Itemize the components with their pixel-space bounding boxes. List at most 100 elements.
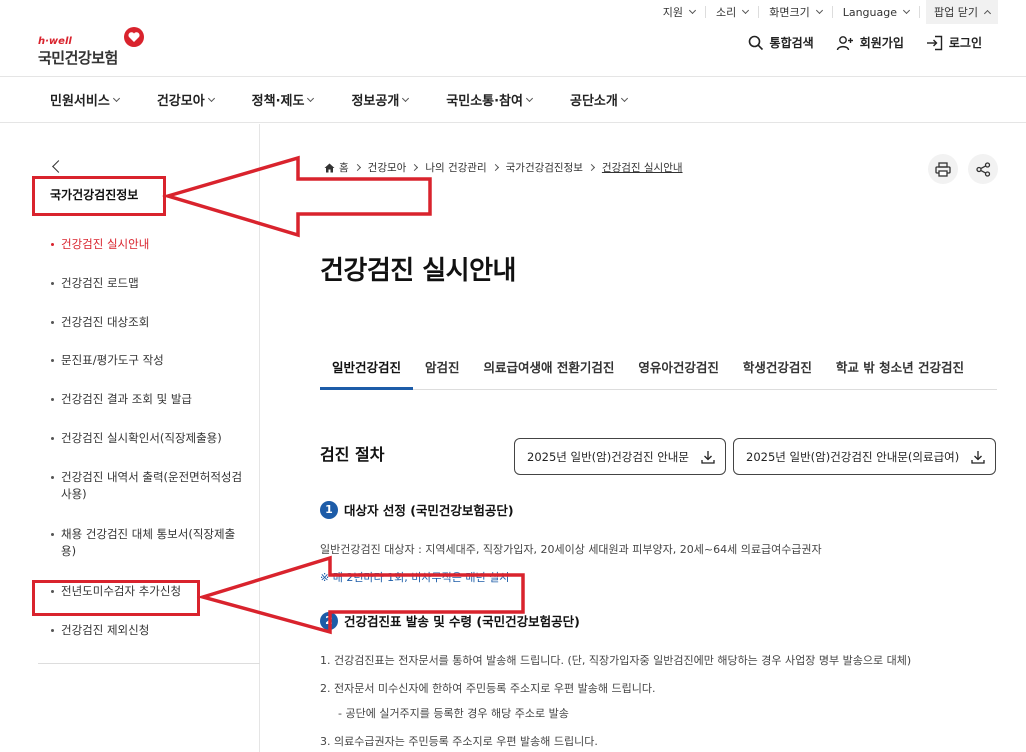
chevron-down-icon: [902, 6, 911, 15]
chevron-down-icon: [815, 6, 823, 15]
chevron-down-icon: [688, 6, 697, 15]
back-chevron-icon[interactable]: [52, 160, 65, 173]
share-button[interactable]: [968, 154, 998, 184]
chevron-down-icon: [402, 94, 410, 102]
chevron-down-icon: [742, 6, 750, 15]
add-user-icon: [836, 35, 853, 50]
page-title: 건강검진 실시안내: [320, 256, 516, 286]
gnb-item-civil-service[interactable]: 민원서비스: [50, 90, 120, 109]
step-1-heading: 1 대상자 선정 (국민건강보험공단): [320, 500, 514, 519]
chevron-down-icon: [525, 94, 534, 102]
step-2-heading: 2 건강검진표 발송 및 수령 (국민건강보험공단): [320, 611, 580, 630]
breadcrumb: 홈 건강모아 나의 건강관리 국가건강검진정보 건강검진 실시안내: [324, 160, 683, 175]
join-label: 회원가입: [859, 36, 904, 50]
login-button[interactable]: 로그인: [926, 34, 982, 51]
step-1-note: ※ 매 2년마다 1회, 비사무직은 매년 실시: [320, 571, 510, 584]
breadcrumb-home[interactable]: 홈: [339, 160, 349, 175]
sidebar-item-confirmation[interactable]: 건강검진 실시확인서(직장제출용): [48, 430, 248, 447]
tab-student-checkup[interactable]: 학생건강검진: [731, 352, 824, 390]
utility-bar: 지원 소리 화면크기 Language 팝업 닫기: [653, 0, 998, 24]
chevron-down-icon: [620, 94, 628, 102]
logo-tagline: h·well: [38, 36, 72, 47]
screen-size-label: 화면크기: [769, 6, 810, 19]
search-label: 통합검색: [769, 36, 814, 50]
sidebar-item-history-print[interactable]: 건강검진 내역서 출력(운전면허적성검사용): [48, 469, 244, 503]
tab-infant-checkup[interactable]: 영유아건강검진: [626, 352, 731, 390]
popup-close-button[interactable]: 팝업 닫기: [926, 0, 998, 24]
print-button[interactable]: [928, 154, 958, 184]
tab-cancer-checkup[interactable]: 암검진: [413, 352, 472, 390]
sidebar-item-roadmap[interactable]: 건강검진 로드맵: [48, 275, 139, 292]
tab-bar: 일반건강검진 암검진 의료급여생애 전환기검진 영유아건강검진 학생건강검진 학…: [320, 352, 997, 390]
step-2-line: 2. 전자문서 미수신자에 한하여 주민등록 주소지로 우편 발송해 드립니다.: [320, 682, 656, 695]
gnb-label: 정책·제도: [251, 94, 305, 109]
print-icon: [935, 161, 951, 177]
sound-label: 소리: [715, 6, 737, 19]
site-logo[interactable]: h·well 국민건강보험: [38, 26, 158, 67]
main-navigation: 민원서비스 건강모아 정책·제도 정보공개 국민소통·참여 공단소개: [0, 76, 1026, 123]
download-guide-button[interactable]: 2025년 일반(암)건강검진 안내문: [514, 438, 726, 475]
chevron-right-icon: [353, 163, 361, 172]
sidebar-item-result-lookup[interactable]: 건강검진 결과 조회 및 발급: [48, 391, 192, 408]
gnb-item-health[interactable]: 건강모아: [156, 90, 215, 109]
screen-size-menu[interactable]: 화면크기: [759, 6, 833, 19]
sidebar-item-checkup-guide[interactable]: 건강검진 실시안내: [48, 236, 149, 253]
gnb-label: 공단소개: [569, 94, 618, 109]
step-2-line: 3. 의료수급권자는 주민등록 주소지로 우편 발송해 드립니다.: [320, 735, 598, 748]
download-icon: [701, 450, 715, 464]
sidebar-item-hiring-notice[interactable]: 채용 건강검진 대체 통보서(직장제출용): [48, 526, 244, 560]
step-title: 대상자 선정 (국민건강보험공단): [344, 503, 514, 518]
gnb-label: 민원서비스: [50, 94, 110, 109]
popup-close-label: 팝업 닫기: [934, 6, 978, 19]
gnb-label: 정보공개: [351, 94, 400, 109]
language-label: Language: [842, 5, 898, 19]
chevron-up-icon: [983, 9, 992, 17]
gnb-item-info-disclosure[interactable]: 정보공개: [351, 90, 410, 109]
language-menu[interactable]: Language: [833, 5, 921, 19]
sound-menu[interactable]: 소리: [706, 6, 760, 19]
gnb-item-policy[interactable]: 정책·제도: [251, 90, 315, 109]
step-2-line: 1. 건강검진표는 전자문서를 통하여 발송해 드립니다. (단, 직장가입자중…: [320, 654, 912, 667]
step-title: 건강검진표 발송 및 수령 (국민건강보험공단): [344, 614, 580, 629]
gnb-label: 국민소통·참여: [446, 94, 523, 109]
gnb-label: 건강모아: [156, 94, 205, 109]
tab-general-checkup[interactable]: 일반건강검진: [320, 352, 414, 390]
share-icon: [975, 161, 990, 177]
sidebar-item-target-lookup[interactable]: 건강검진 대상조회: [48, 314, 149, 331]
sidebar-item-questionnaire[interactable]: 문진표/평가도구 작성: [48, 352, 164, 369]
breadcrumb-item[interactable]: 건강모아: [368, 160, 407, 175]
section-title: 검진 절차: [320, 445, 385, 464]
sidebar-item-exclusion[interactable]: 건강검진 제외신청: [48, 622, 149, 639]
step-number-badge: 2: [320, 611, 338, 630]
support-label: 지원: [662, 6, 683, 19]
tab-medical-aid-transition[interactable]: 의료급여생애 전환기검진: [472, 352, 627, 390]
chevron-right-icon: [411, 163, 419, 172]
gnb-item-communication[interactable]: 국민소통·참여: [446, 90, 534, 109]
sidebar-divider: [38, 663, 260, 664]
heart-logo-icon: [124, 27, 144, 47]
join-button[interactable]: 회원가입: [836, 34, 904, 51]
logo-name: 국민건강보험: [38, 49, 118, 67]
step-1-text: 일반건강검진 대상자 : 지역세대주, 직장가입자, 20세이상 세대원과 피부…: [320, 543, 822, 556]
tab-out-of-school-youth[interactable]: 학교 밖 청소년 건강검진: [824, 352, 976, 390]
breadcrumb-current[interactable]: 건강검진 실시안내: [602, 160, 683, 175]
annotation-box: [32, 580, 200, 616]
chevron-down-icon: [112, 94, 120, 102]
support-menu[interactable]: 지원: [653, 6, 706, 19]
chevron-down-icon: [207, 94, 215, 102]
sidebar: 국가건강검진정보 건강검진 실시안내 건강검진 로드맵 건강검진 대상조회 문진…: [0, 124, 260, 752]
breadcrumb-item[interactable]: 국가건강검진정보: [506, 160, 583, 175]
annotation-box: [32, 176, 166, 216]
search-icon: [748, 35, 763, 50]
download-guide-medical-aid-button[interactable]: 2025년 일반(암)건강검진 안내문(의료급여): [733, 438, 997, 475]
chevron-down-icon: [307, 94, 315, 102]
download-guide-label: 2025년 일반(암)건강검진 안내문: [527, 449, 689, 464]
home-icon: [324, 163, 335, 172]
login-label: 로그인: [948, 36, 982, 50]
header-actions: 통합검색 회원가입 로그인: [748, 34, 982, 51]
gnb-item-about[interactable]: 공단소개: [569, 90, 628, 109]
breadcrumb-item[interactable]: 나의 건강관리: [425, 160, 486, 175]
step-2-subline: - 공단에 실거주지를 등록한 경우 해당 주소로 발송: [338, 707, 569, 720]
chevron-right-icon: [587, 163, 595, 172]
search-button[interactable]: 통합검색: [748, 34, 814, 51]
